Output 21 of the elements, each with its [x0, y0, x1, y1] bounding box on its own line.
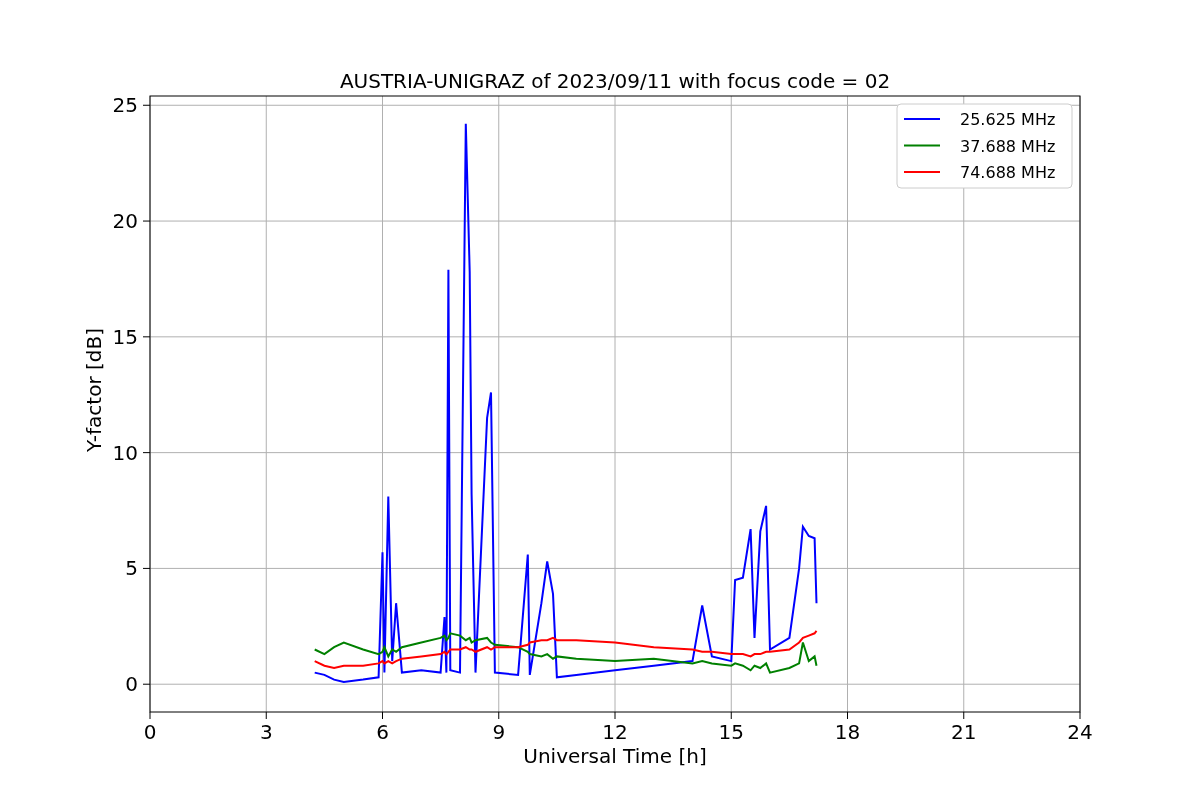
tick-label: 15 — [112, 324, 138, 349]
tick-label: 0 — [125, 672, 138, 697]
tick-label: 5 — [125, 556, 138, 581]
tick-label: 9 — [492, 720, 506, 744]
tick-label: 12 — [602, 720, 628, 744]
legend-label: 37.688 MHz — [960, 136, 1056, 156]
tick-label: 20 — [112, 209, 138, 234]
tick-label: 6 — [376, 720, 389, 744]
tick-label: 18 — [834, 720, 861, 744]
legend-label: 25.625 MHz — [960, 110, 1056, 129]
legend-label: 74.688 MHz — [960, 163, 1056, 182]
chart-title: AUSTRIA-UNIGRAZ of 2023/09/11 with focus code = 02 — [339, 69, 891, 93]
tick-label: 15 — [718, 720, 744, 744]
tick-label: 21 — [951, 720, 977, 744]
tick-label: 25 — [112, 93, 138, 118]
tick-label: 24 — [1067, 720, 1093, 744]
tick-label: 3 — [259, 720, 273, 744]
tick-label: 0 — [143, 720, 157, 744]
tick-label: 10 — [112, 440, 138, 465]
x-axis-label: Universal Time [h] — [523, 744, 707, 768]
y-axis-label: Y-factor [dB] — [82, 328, 106, 452]
